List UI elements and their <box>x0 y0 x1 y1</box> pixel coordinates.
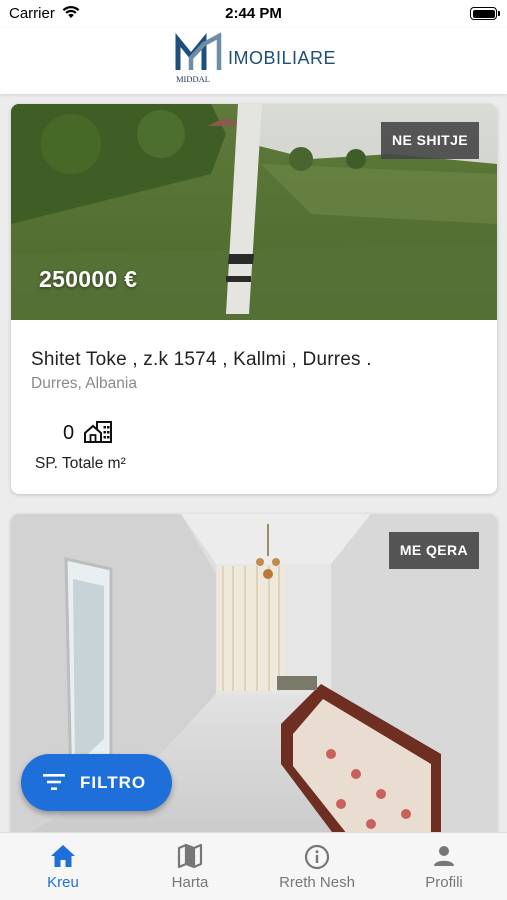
tab-profili-label: Profili <box>425 874 463 891</box>
tab-kreu[interactable]: Kreu <box>0 833 126 900</box>
tab-kreu-label: Kreu <box>47 874 79 891</box>
area-value: 0 <box>63 422 75 444</box>
listing-title[interactable]: Shitet Toke , z.k 1574 , Kallmi , Durres… <box>31 349 372 371</box>
filter-button[interactable]: FILTRO <box>21 754 172 811</box>
app-header: MIDDAL IMOBILIARE <box>0 28 507 94</box>
person-icon <box>432 844 456 873</box>
bottom-navigation: Kreu Harta Rreth Nesh Profili <box>0 832 507 900</box>
brand-name: IMOBILIARE <box>228 48 337 68</box>
info-icon <box>304 844 330 875</box>
brand-logo: MIDDAL <box>175 32 225 88</box>
tab-profili[interactable]: Profili <box>381 833 507 900</box>
listing-photo[interactable]: NE SHITJE 250000 € <box>11 104 497 320</box>
svg-text:MIDDAL: MIDDAL <box>176 74 210 84</box>
listing-location: Durres, Albania <box>31 375 137 392</box>
building-area-icon <box>83 420 113 449</box>
tab-harta[interactable]: Harta <box>127 833 253 900</box>
listings-feed[interactable]: NE SHITJE 250000 € Shitet Toke , z.k 157… <box>0 94 507 832</box>
tab-rreth-nesh[interactable]: Rreth Nesh <box>254 833 380 900</box>
status-bar: Carrier 2:44 PM <box>0 0 507 28</box>
tab-harta-label: Harta <box>171 874 209 891</box>
listing-card[interactable]: NE SHITJE 250000 € Shitet Toke , z.k 157… <box>11 104 497 494</box>
area-label: SP. Totale m² <box>35 455 126 472</box>
filter-icon <box>43 773 65 796</box>
map-icon <box>177 843 203 873</box>
filter-button-label: FILTRO <box>80 773 147 792</box>
home-icon <box>50 844 76 873</box>
listing-price: 250000 € <box>39 266 138 292</box>
battery-icon <box>470 7 500 20</box>
tab-rreth-nesh-label: Rreth Nesh <box>279 874 355 891</box>
listing-status-badge: NE SHITJE <box>381 122 479 159</box>
listing-status-badge: ME QERA <box>388 532 479 569</box>
clock: 2:44 PM <box>225 5 282 22</box>
